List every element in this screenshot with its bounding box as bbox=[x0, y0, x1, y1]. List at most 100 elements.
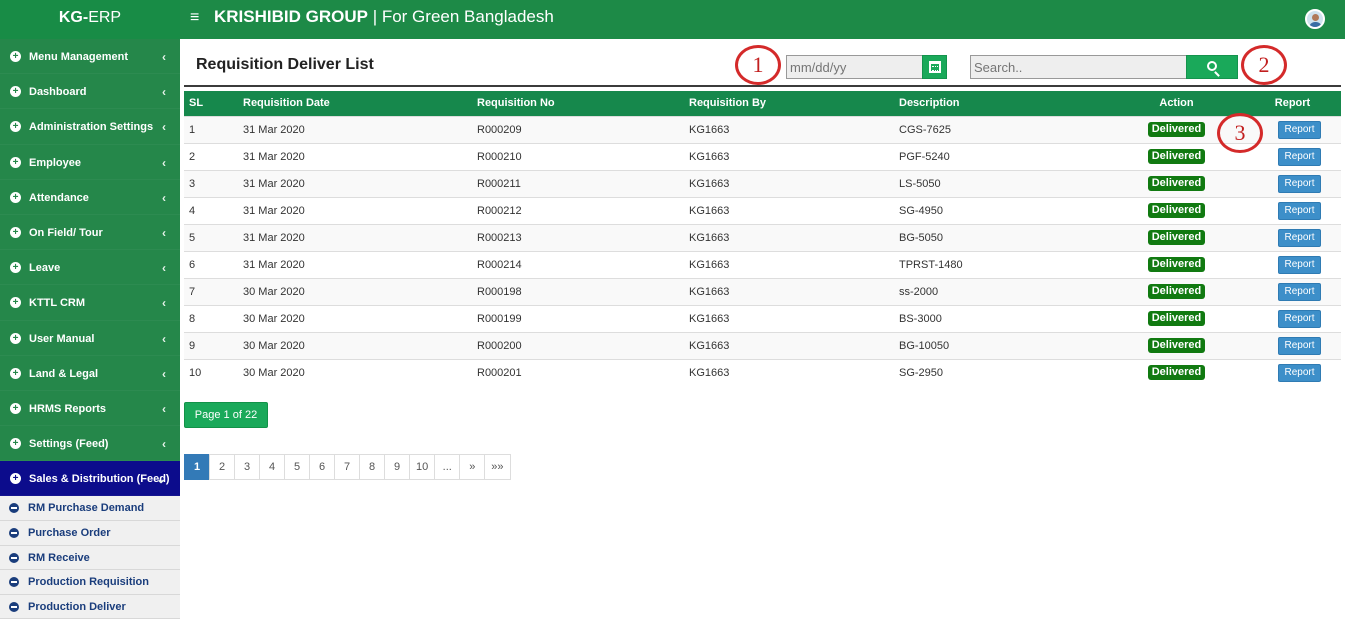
sidebar-item-employee[interactable]: + Employee ‹ bbox=[0, 145, 180, 180]
report-button[interactable]: Report bbox=[1278, 120, 1321, 139]
report-button[interactable]: Report bbox=[1278, 147, 1321, 166]
pagination-last[interactable]: »» bbox=[484, 454, 511, 480]
sidebar-item-user-manual[interactable]: + User Manual ‹ bbox=[0, 321, 180, 356]
pagination-page-10[interactable]: 10 bbox=[409, 454, 436, 480]
cell-report: Report bbox=[1244, 331, 1341, 359]
cell-sl: 9 bbox=[184, 331, 243, 359]
header-description[interactable]: Description bbox=[899, 91, 1109, 116]
sidebar: + Menu Management ‹ + Dashboard ‹ + Administrat… bbox=[0, 39, 180, 619]
search-input[interactable] bbox=[970, 55, 1187, 79]
delivered-badge[interactable]: Delivered bbox=[1147, 149, 1206, 164]
expand-plus-icon: + bbox=[10, 191, 21, 203]
sidebar-item-leave[interactable]: + Leave ‹ bbox=[0, 250, 180, 286]
report-button[interactable]: Report bbox=[1278, 255, 1321, 274]
pagination-page-4[interactable]: 4 bbox=[259, 454, 285, 480]
expand-plus-icon: + bbox=[10, 51, 21, 62]
report-button[interactable]: Report bbox=[1278, 201, 1321, 220]
delivered-badge[interactable]: Delivered bbox=[1147, 122, 1206, 137]
cell-report: Report bbox=[1244, 223, 1341, 251]
sidebar-item-administration-settings[interactable]: + Administration Settings ‹ bbox=[0, 109, 180, 145]
cell-requisition-date: 31 Mar 2020 bbox=[243, 223, 477, 251]
pagination-page-9[interactable]: 9 bbox=[384, 454, 410, 480]
cell-report: Report bbox=[1244, 277, 1341, 305]
sidebar-item-land-legal[interactable]: + Land & Legal ‹ bbox=[0, 356, 180, 391]
pagination-page-7[interactable]: 7 bbox=[334, 454, 360, 480]
submenu-item-production-deliver[interactable]: Production Deliver bbox=[0, 594, 180, 619]
pagination-page-1[interactable]: 1 bbox=[184, 454, 210, 480]
sidebar-item-settings-feed[interactable]: + Settings (Feed) ‹ bbox=[0, 426, 180, 462]
sidebar-item-hrms-reports[interactable]: + HRMS Reports ‹ bbox=[0, 391, 180, 427]
calendar-button[interactable] bbox=[922, 55, 947, 79]
submenu-item-rm-receive[interactable]: RM Receive bbox=[0, 545, 180, 571]
delivered-badge[interactable]: Delivered bbox=[1147, 311, 1206, 326]
company-tagline: | For Green Bangladesh bbox=[367, 7, 554, 26]
cell-requisition-by: KG1663 bbox=[689, 196, 899, 224]
sidebar-item-kttl-crm[interactable]: + KTTL CRM ‹ bbox=[0, 285, 180, 321]
cell-requisition-no: R000213 bbox=[477, 223, 689, 251]
table-row: 2 31 Mar 2020 R000210 KG1663 PGF-5240 Deliver… bbox=[184, 142, 1341, 170]
pagination-page-6[interactable]: 6 bbox=[309, 454, 335, 480]
submenu-item-label: Purchase Order bbox=[28, 527, 111, 540]
pagination-page-8[interactable]: 8 bbox=[359, 454, 385, 480]
delivered-badge[interactable]: Delivered bbox=[1147, 365, 1206, 381]
sidebar-item-label: Administration Settings bbox=[29, 121, 154, 134]
report-button[interactable]: Report bbox=[1278, 336, 1321, 355]
report-button[interactable]: Report bbox=[1278, 309, 1321, 328]
chevron-left-icon: ‹ bbox=[162, 225, 166, 240]
pagination-page-5[interactable]: 5 bbox=[284, 454, 310, 480]
report-button[interactable]: Report bbox=[1278, 363, 1321, 382]
sidebar-item-sales-distribution-feed[interactable]: + Sales & Distribution (Feed) ⌄ bbox=[0, 461, 180, 497]
sidebar-item-label: Leave bbox=[29, 262, 61, 275]
sidebar-item-on-field-tour[interactable]: + On Field/ Tour ‹ bbox=[0, 215, 180, 251]
cell-requisition-by: KG1663 bbox=[689, 277, 899, 305]
cell-requisition-by: KG1663 bbox=[689, 304, 899, 332]
header-sl[interactable]: SL bbox=[184, 91, 243, 116]
delivered-badge[interactable]: Delivered bbox=[1147, 257, 1206, 272]
minus-circle-icon bbox=[9, 577, 19, 588]
cell-sl: 8 bbox=[184, 304, 243, 332]
cell-description: LS-5050 bbox=[899, 169, 1109, 197]
hamburger-menu-icon[interactable]: ≡ bbox=[190, 10, 199, 26]
expand-plus-icon: + bbox=[10, 86, 21, 98]
user-avatar[interactable] bbox=[1305, 9, 1325, 29]
delivered-badge[interactable]: Delivered bbox=[1147, 203, 1206, 218]
brand-bold: KG- bbox=[58, 9, 89, 26]
cell-report: Report bbox=[1244, 304, 1341, 332]
submenu-item-rm-purchase-demand[interactable]: RM Purchase Demand bbox=[0, 496, 180, 522]
cell-description: TPRST-1480 bbox=[899, 250, 1109, 278]
sidebar-item-dashboard[interactable]: + Dashboard ‹ bbox=[0, 74, 180, 110]
sidebar-item-label: Sales & Distribution (Feed) bbox=[29, 473, 170, 486]
submenu-item-purchase-order[interactable]: Purchase Order bbox=[0, 521, 180, 546]
table-row: 7 30 Mar 2020 R000198 KG1663 ss-2000 Delivere… bbox=[184, 277, 1341, 305]
header-requisition-by[interactable]: Requisition By bbox=[689, 91, 899, 116]
expand-plus-icon: + bbox=[10, 156, 21, 168]
report-button[interactable]: Report bbox=[1278, 282, 1321, 301]
pagination-ellipsis: ... bbox=[434, 454, 461, 480]
cell-requisition-date: 31 Mar 2020 bbox=[243, 142, 477, 170]
delivered-badge[interactable]: Delivered bbox=[1147, 230, 1206, 245]
report-button[interactable]: Report bbox=[1278, 228, 1321, 247]
page-info-button[interactable]: Page 1 of 22 bbox=[184, 402, 268, 428]
cell-description: SG-4950 bbox=[899, 196, 1109, 224]
app-logo[interactable]: KG-ERP bbox=[0, 0, 180, 39]
cell-requisition-by: KG1663 bbox=[689, 142, 899, 170]
search-icon bbox=[1207, 61, 1217, 71]
report-button[interactable]: Report bbox=[1278, 174, 1321, 193]
header-requisition-date[interactable]: Requisition Date bbox=[243, 91, 477, 116]
sidebar-item-label: On Field/ Tour bbox=[29, 226, 103, 239]
search-button[interactable] bbox=[1186, 55, 1238, 79]
delivered-badge[interactable]: Delivered bbox=[1147, 284, 1206, 299]
sidebar-item-menu-management[interactable]: + Menu Management ‹ bbox=[0, 39, 180, 75]
submenu-item-production-requisition[interactable]: Production Requisition bbox=[0, 570, 180, 595]
sidebar-item-attendance[interactable]: + Attendance ‹ bbox=[0, 180, 180, 215]
delivered-badge[interactable]: Delivered bbox=[1147, 338, 1206, 353]
delivered-badge[interactable]: Delivered bbox=[1147, 176, 1206, 191]
annotation-marker-3: 3 bbox=[1217, 113, 1263, 153]
header-requisition-no[interactable]: Requisition No bbox=[477, 91, 689, 116]
cell-requisition-no: R000211 bbox=[477, 169, 689, 197]
pagination-page-3[interactable]: 3 bbox=[234, 454, 260, 480]
pagination-next[interactable]: » bbox=[459, 454, 486, 480]
date-input[interactable] bbox=[786, 55, 923, 79]
cell-requisition-date: 30 Mar 2020 bbox=[243, 277, 477, 305]
pagination-page-2[interactable]: 2 bbox=[209, 454, 235, 480]
